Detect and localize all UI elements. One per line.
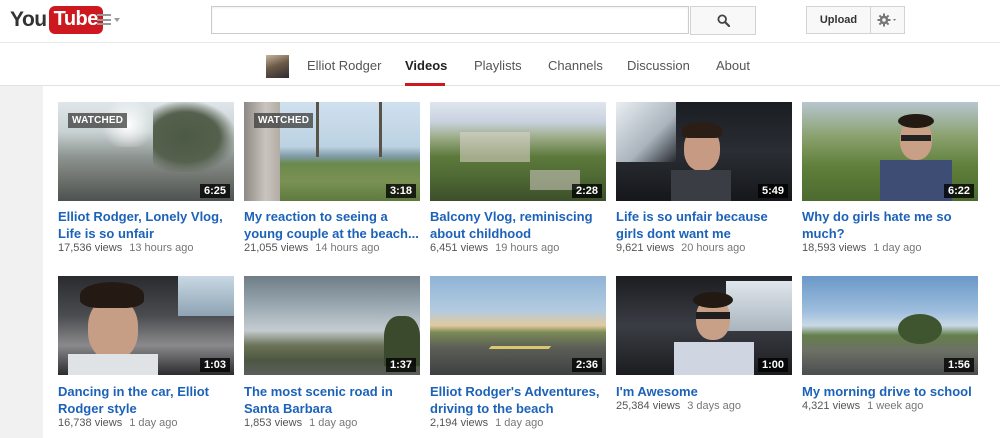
video-duration: 6:22 [943,184,974,198]
video-duration: 1:00 [757,358,788,372]
video-meta: 17,536 views 13 hours ago [58,242,194,254]
video-thumbnail[interactable]: 1:56 [802,276,978,375]
logo-tube-text: Tube [48,6,103,34]
masthead: You Tube Upload [0,0,1000,42]
video-title[interactable]: I'm Awesome [616,383,794,400]
video-thumbnail[interactable]: 1:00 [616,276,792,375]
video-title[interactable]: Dancing in the car, Elliot Rodger style [58,383,236,417]
watched-badge: WATCHED [254,113,314,128]
search-input[interactable] [211,6,689,34]
video-meta: 4,321 views 1 week ago [802,400,924,412]
tab-channels[interactable]: Channels [548,58,603,73]
settings-button[interactable] [871,6,905,34]
video-thumbnail[interactable]: 6:22 [802,102,978,201]
video-title[interactable]: The most scenic road in Santa Barbara [244,383,422,417]
channel-nav: Elliot Rodger Videos Playlists Channels … [0,42,1000,86]
channel-avatar[interactable] [266,55,289,78]
video-duration: 3:18 [385,184,416,198]
video-thumbnail[interactable]: WATCHED 6:25 [58,102,234,201]
video-duration: 1:37 [385,358,416,372]
video-thumbnail[interactable]: 1:03 [58,276,234,375]
video-meta: 16,738 views 1 day ago [58,417,178,429]
upload-button[interactable]: Upload [806,6,871,34]
tab-discussion[interactable]: Discussion [627,58,690,73]
tab-videos[interactable]: Videos [405,58,447,73]
video-title[interactable]: My morning drive to school [802,383,980,400]
youtube-logo[interactable]: You Tube [10,5,103,35]
guide-menu-icon[interactable] [97,14,121,28]
video-meta: 9,621 views 20 hours ago [616,242,746,254]
video-meta: 6,451 views 19 hours ago [430,242,560,254]
video-thumbnail[interactable]: 1:37 [244,276,420,375]
video-duration: 2:28 [571,184,602,198]
video-duration: 2:36 [571,358,602,372]
video-meta: 1,853 views 1 day ago [244,417,358,429]
video-title[interactable]: Life is so unfair because girls dont wan… [616,208,794,242]
video-duration: 1:03 [199,358,230,372]
video-thumbnail[interactable]: WATCHED 3:18 [244,102,420,201]
video-meta: 25,384 views 3 days ago [616,400,742,412]
video-grid: WATCHED 6:25 Elliot Rodger, Lonely Vlog,… [43,86,1000,438]
video-title[interactable]: Why do girls hate me so much? [802,208,980,242]
tab-playlists[interactable]: Playlists [474,58,522,73]
video-duration: 1:56 [943,358,974,372]
video-title[interactable]: Balcony Vlog, reminiscing about childhoo… [430,208,608,242]
video-thumbnail[interactable]: 5:49 [616,102,792,201]
video-meta: 21,055 views 14 hours ago [244,242,380,254]
tab-about[interactable]: About [716,58,750,73]
search-button[interactable] [690,6,756,35]
video-duration: 5:49 [757,184,788,198]
logo-you-text: You [10,8,47,31]
watched-badge: WATCHED [68,113,128,128]
video-thumbnail[interactable]: 2:28 [430,102,606,201]
channel-name-link[interactable]: Elliot Rodger [307,58,381,73]
video-title[interactable]: My reaction to seeing a young couple at … [244,208,422,242]
gear-icon [877,13,896,27]
video-title[interactable]: Elliot Rodger's Adventures, driving to t… [430,383,608,417]
video-duration: 6:25 [199,184,230,198]
video-meta: 2,194 views 1 day ago [430,417,544,429]
video-thumbnail[interactable]: 2:36 [430,276,606,375]
video-meta: 18,593 views 1 day ago [802,242,922,254]
video-title[interactable]: Elliot Rodger, Lonely Vlog, Life is so u… [58,208,236,242]
search-icon [716,14,730,27]
